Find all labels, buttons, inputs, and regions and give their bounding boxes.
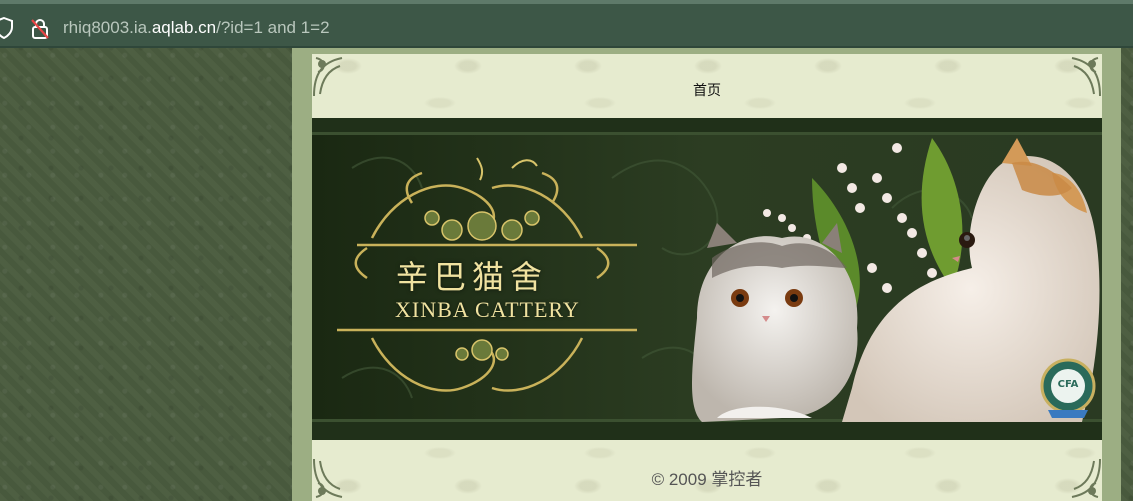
url-path: /?id=1 and 1=2 (216, 18, 330, 37)
url-prefix: rhiq8003.ia. (63, 18, 152, 37)
cfa-badge-text: CFA (1057, 379, 1079, 390)
url-domain: aqlab.cn (151, 18, 217, 37)
footer-copyright: © 2009 掌控者 (651, 470, 763, 489)
banner-title-english: XINBA CATTERY (395, 297, 580, 322)
nav-home-link[interactable]: 首页 (312, 80, 1102, 100)
shield-icon[interactable] (0, 17, 14, 39)
banner-title-chinese: 辛巴猫舍 (396, 258, 549, 296)
address-bar-url[interactable]: rhiq8003.ia.aqlab.cn/?id=1 and 1=2 (63, 15, 330, 41)
browser-toolbar: rhiq8003.ia.aqlab.cn/?id=1 and 1=2 (0, 0, 1133, 48)
page-frame: 首页 辛巴猫舍 XINBA CATTERY CFA © 2009 掌控者 (292, 48, 1121, 501)
banner-image: 辛巴猫舍 XINBA CATTERY CFA (312, 118, 1102, 440)
page-content: 首页 辛巴猫舍 XINBA CATTERY CFA © 2009 掌控者 (312, 54, 1102, 501)
lock-insecure-icon[interactable] (30, 18, 50, 40)
